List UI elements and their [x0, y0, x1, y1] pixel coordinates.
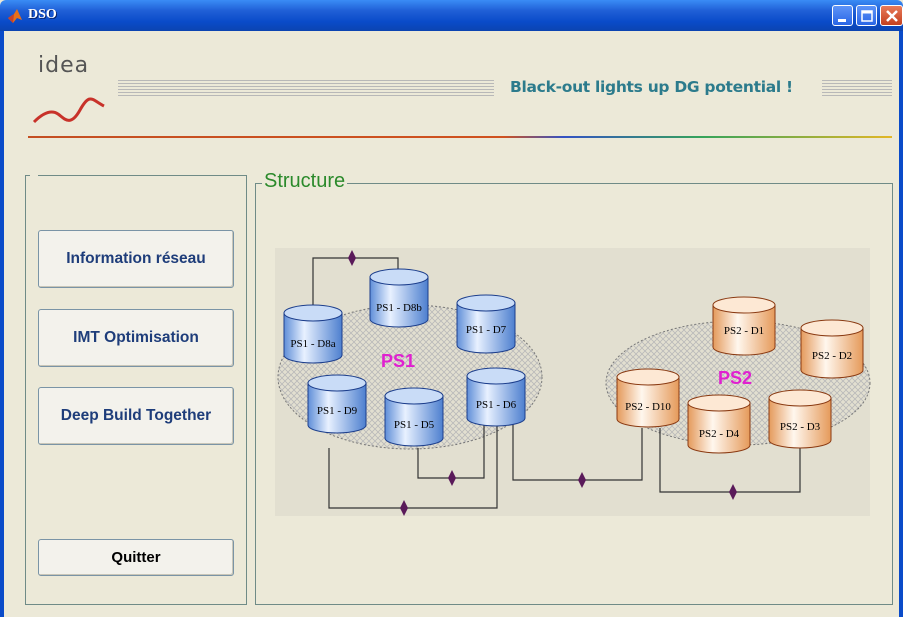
svg-text:PS2 - D4: PS2 - D4: [699, 428, 740, 440]
svg-text:PS2 - D3: PS2 - D3: [780, 421, 821, 433]
svg-text:PS1 - D6: PS1 - D6: [476, 399, 517, 411]
svg-text:PS2 - D10: PS2 - D10: [625, 401, 671, 413]
svg-text:PS1 - D7: PS1 - D7: [466, 324, 507, 336]
network-diagram: PS1 PS2 PS1 - D8a PS1 - D8b PS1 - D7 PS1…: [275, 248, 871, 516]
svg-text:PS1 - D8b: PS1 - D8b: [376, 302, 422, 314]
svg-text:PS2 - D2: PS2 - D2: [812, 350, 852, 362]
node-ps2-d2[interactable]: PS2 - D2: [800, 319, 864, 379]
svg-text:PS1 - D9: PS1 - D9: [317, 405, 358, 417]
node-ps1-d8b[interactable]: PS1 - D8b: [369, 268, 429, 328]
node-ps2-d4[interactable]: PS2 - D4: [687, 394, 751, 454]
node-ps2-d3[interactable]: PS2 - D3: [768, 389, 832, 449]
ps2-label: PS2: [718, 368, 752, 388]
svg-text:PS1 - D5: PS1 - D5: [394, 419, 435, 431]
node-ps1-d8a[interactable]: PS1 - D8a: [283, 304, 343, 364]
node-ps1-d9[interactable]: PS1 - D9: [307, 374, 367, 434]
node-ps1-d7[interactable]: PS1 - D7: [456, 294, 516, 354]
node-ps2-d10[interactable]: PS2 - D10: [616, 368, 680, 428]
svg-text:PS2 - D1: PS2 - D1: [724, 325, 764, 337]
svg-text:PS1 - D8a: PS1 - D8a: [290, 338, 335, 350]
node-ps2-d1[interactable]: PS2 - D1: [712, 296, 776, 356]
node-ps1-d6[interactable]: PS1 - D6: [466, 367, 526, 427]
ps1-label: PS1: [381, 351, 415, 371]
node-ps1-d5[interactable]: PS1 - D5: [384, 387, 444, 447]
